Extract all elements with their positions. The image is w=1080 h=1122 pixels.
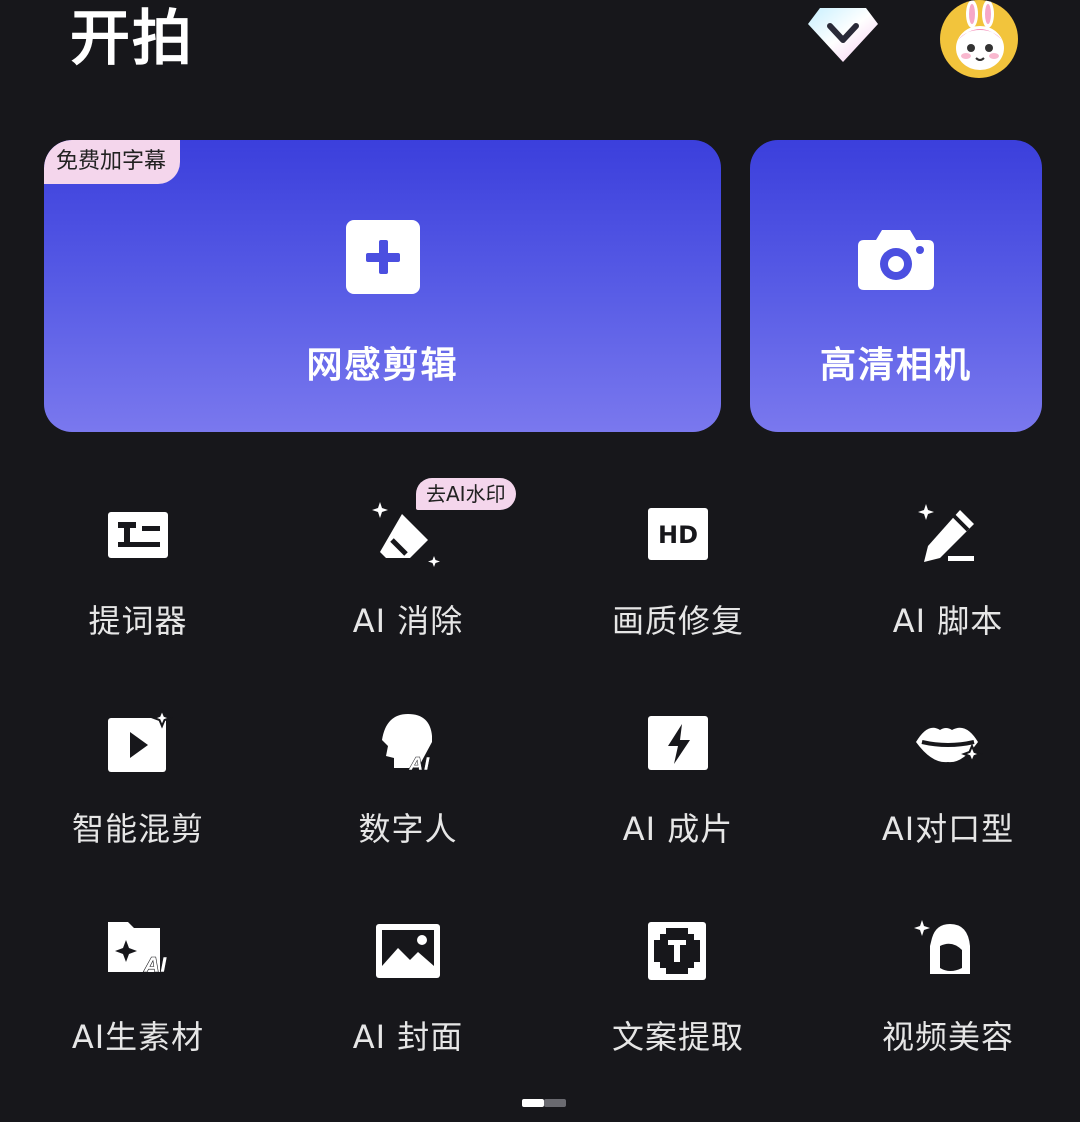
remove-ai-watermark-badge: 去AI水印: [416, 478, 516, 510]
ai-head-icon: AI: [382, 714, 432, 775]
tool-smart-mix[interactable]: 智能混剪: [3, 708, 273, 858]
eraser-icon: [372, 502, 440, 567]
tool-label: 视频美容: [881, 1018, 1014, 1056]
tool-label: AI 脚本: [892, 602, 1004, 640]
quick-edit-card[interactable]: 免费加字幕 网感剪辑: [44, 140, 721, 432]
tool-ai-cover[interactable]: AI 封面: [273, 916, 543, 1066]
image-icon: [376, 924, 440, 978]
page-title: 开拍: [70, 4, 194, 74]
bunny-avatar-icon: [956, 0, 1004, 70]
svg-text:HD: HD: [658, 521, 698, 549]
tool-label: AI对口型: [881, 810, 1015, 848]
tool-teleprompter[interactable]: 提词器: [3, 500, 273, 650]
tool-label: AI 封面: [352, 1018, 464, 1056]
tool-ai-material[interactable]: AI AI生素材: [3, 916, 273, 1066]
camera-icon: [858, 230, 934, 290]
tool-label: 画质修复: [611, 602, 744, 640]
hd-icon: HD: [648, 508, 708, 560]
tool-label: 数字人: [358, 810, 458, 848]
face-sparkle-icon: [914, 920, 970, 974]
svg-text:AI: AI: [143, 953, 168, 977]
free-subtitle-badge: 免费加字幕: [44, 140, 181, 184]
vip-diamond-icon[interactable]: [806, 2, 880, 66]
lightning-icon: [648, 716, 708, 770]
tool-quality-repair[interactable]: HD 画质修复: [543, 500, 813, 650]
quick-edit-label: 网感剪辑: [306, 345, 459, 386]
tool-label: 智能混剪: [71, 810, 204, 848]
tool-label: 提词器: [88, 602, 188, 640]
page-dot-active: [522, 1099, 544, 1107]
hd-camera-card[interactable]: 高清相机: [750, 140, 1042, 432]
tool-video-beauty[interactable]: 视频美容: [813, 916, 1080, 1066]
text-extract-icon: [648, 922, 706, 980]
tool-label: AI生素材: [71, 1018, 205, 1056]
lips-icon: [916, 727, 983, 765]
video-sparkle-icon: [108, 708, 173, 772]
ai-folder-icon: AI: [108, 922, 168, 977]
hd-camera-label: 高清相机: [819, 345, 972, 386]
page-dot: [544, 1099, 566, 1107]
tool-digital-human[interactable]: AI 数字人: [273, 708, 543, 858]
tool-ai-erase[interactable]: AI 消除: [273, 500, 543, 650]
svg-text:AI: AI: [408, 754, 431, 775]
tool-ai-lip-sync[interactable]: AI对口型: [813, 708, 1080, 858]
page-indicator: [522, 1099, 566, 1107]
tool-label: AI 消除: [352, 602, 464, 640]
avatar[interactable]: [940, 0, 1018, 78]
tool-text-extract[interactable]: 文案提取: [543, 916, 813, 1066]
add-project-icon: [345, 220, 420, 294]
tool-ai-script[interactable]: AI 脚本: [813, 500, 1080, 650]
pen-sparkle-icon: [918, 504, 974, 562]
tool-label: AI 成片: [622, 810, 734, 848]
tool-ai-film[interactable]: AI 成片: [543, 708, 813, 858]
teleprompter-icon: [108, 512, 168, 558]
tool-label: 文案提取: [611, 1018, 744, 1056]
